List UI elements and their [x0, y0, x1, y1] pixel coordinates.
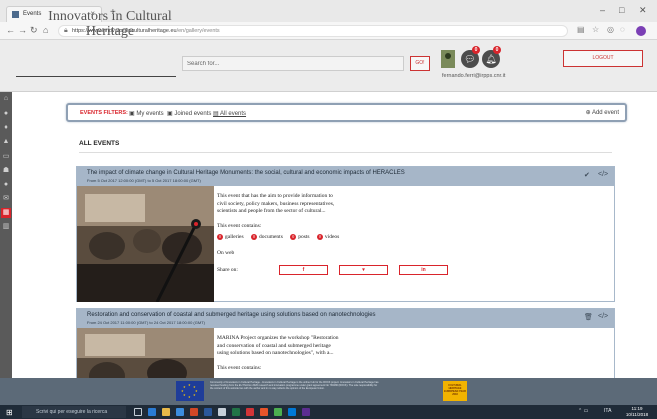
- posts-link[interactable]: posts: [298, 234, 309, 240]
- event-description: MARINA Project organizes the workshop "R…: [217, 335, 339, 356]
- event-dates: From 5 Oct 2017 12:00:00 (GMT) to 5 Oct …: [87, 178, 201, 183]
- powerpoint-icon[interactable]: [190, 408, 198, 416]
- extension-icon[interactable]: ◎: [607, 25, 614, 34]
- add-event-button[interactable]: ⊕ Add event: [586, 109, 619, 116]
- sidebar-documents-icon[interactable]: ▥: [1, 222, 11, 232]
- event-title[interactable]: Restoration and conservation of coastal …: [87, 312, 376, 318]
- share-facebook-button[interactable]: f: [279, 265, 328, 275]
- sidebar-calendar-icon[interactable]: ▦: [1, 208, 11, 218]
- eu-flag-logo: ★ ★ ★ ★ ★ ★ ★ ★: [176, 381, 204, 401]
- event-card: Restoration and conservation of coastal …: [76, 308, 615, 378]
- maximize-icon[interactable]: □: [619, 5, 624, 15]
- word-icon[interactable]: [204, 408, 212, 416]
- events-filters-bar: EVENTS FILTERS: ▣ My events ▣ Joined eve…: [66, 103, 627, 122]
- profile-avatar-icon[interactable]: [636, 26, 646, 36]
- language-indicator[interactable]: ITA: [604, 408, 611, 414]
- joined-check-icon[interactable]: ✔: [584, 171, 590, 179]
- event-content-counts: 0 galleries 0 documents 0 posts 0 videos: [217, 234, 345, 240]
- calendar-list-icon: ▤: [213, 111, 221, 117]
- messages-badge: 0: [472, 46, 480, 54]
- outlook-icon[interactable]: [288, 408, 296, 416]
- chrome-icon[interactable]: [274, 408, 282, 416]
- sidebar-institution-icon[interactable]: ▲: [1, 137, 11, 147]
- event-contains-label: This event contains:: [217, 365, 262, 371]
- event-image[interactable]: [77, 328, 214, 378]
- section-title: ALL EVENTS: [79, 140, 120, 147]
- site-favicon-icon: [12, 11, 19, 18]
- videos-link[interactable]: videos: [325, 234, 339, 240]
- user-avatar[interactable]: [441, 50, 455, 68]
- filter-joined-events[interactable]: ▣ Joined events: [167, 110, 211, 117]
- taskbar-search-input[interactable]: Scrivi qui per eseguire la ricerca: [22, 406, 126, 418]
- site-footer: ★ ★ ★ ★ ★ ★ ★ ★ Community of Innovators in Cu…: [0, 378, 657, 405]
- event-dates: From 24 Oct 2017 11:00:00 (GMT) to 24 Oc…: [87, 320, 205, 325]
- network-icon[interactable]: ⌃ ▭: [578, 408, 588, 414]
- documents-link[interactable]: documents: [259, 234, 283, 240]
- event-image[interactable]: [77, 186, 214, 302]
- sidebar: ⌂ ● ♦ ▲ ▭ ☗ ● ✉ ▦ ▥: [0, 92, 12, 378]
- reading-mode-icon[interactable]: ▤: [577, 25, 585, 34]
- event-on-web-label: On web: [217, 250, 235, 256]
- site-logo-title[interactable]: Innovators in Cultural Heritage: [30, 9, 190, 39]
- share-embed-icon[interactable]: </>: [598, 313, 608, 320]
- footer-disclaimer: Community of Innovators in Cultural Heri…: [210, 381, 379, 391]
- filter-all-events[interactable]: ▤ All events: [213, 110, 246, 117]
- acrobat-icon[interactable]: [246, 408, 254, 416]
- search-go-button[interactable]: GO!: [410, 56, 430, 71]
- sidebar-card-icon[interactable]: ▭: [1, 152, 11, 162]
- firefox-icon[interactable]: [260, 408, 268, 416]
- logo-line-2: Heritage: [85, 24, 135, 39]
- excel-icon[interactable]: [232, 408, 240, 416]
- user-email[interactable]: fernando.ferri@irpps.cnr.it: [442, 73, 505, 79]
- file-explorer-icon[interactable]: [162, 408, 170, 416]
- sidebar-group-icon[interactable]: ☗: [1, 166, 11, 176]
- extension-icon-2[interactable]: ◌: [620, 25, 625, 34]
- filter-my-events[interactable]: ▣ My events: [129, 110, 164, 117]
- sidebar-location-icon[interactable]: ♦: [1, 123, 11, 133]
- filters-label: EVENTS FILTERS:: [80, 110, 128, 116]
- european-year-cultural-heritage-logo: CULTURAL HERITAGE EUROPEAN YEAR 2018: [443, 381, 467, 401]
- sidebar-mail-icon[interactable]: ✉: [1, 194, 11, 204]
- event-title[interactable]: The impact of climate change in Cultural…: [87, 170, 405, 176]
- search-input[interactable]: [182, 56, 404, 71]
- share-twitter-button[interactable]: ▾: [339, 265, 388, 275]
- event-contains-label: This event contains:: [217, 223, 262, 229]
- logo-underline: [16, 76, 176, 77]
- task-view-icon[interactable]: [134, 408, 142, 416]
- share-on-label: Share on:: [217, 267, 238, 273]
- close-window-icon[interactable]: ✕: [639, 5, 647, 16]
- event-card-header[interactable]: Restoration and conservation of coastal …: [77, 309, 614, 328]
- documents-count: 0: [251, 234, 258, 240]
- event-card-header[interactable]: The impact of climate change in Cultural…: [77, 167, 614, 186]
- minimize-icon[interactable]: –: [600, 5, 605, 15]
- event-description: This event that has the aim to provide i…: [217, 193, 335, 214]
- galleries-link[interactable]: galleries: [225, 234, 244, 240]
- bookmark-star-icon[interactable]: ☆: [592, 25, 599, 34]
- share-embed-icon[interactable]: </>: [598, 171, 608, 178]
- sidebar-home-icon[interactable]: ⌂: [1, 94, 11, 104]
- sidebar-chat-icon[interactable]: ●: [1, 180, 11, 190]
- logo-line-1: Innovators in Cultural: [48, 9, 172, 24]
- event-card: The impact of climate change in Cultural…: [76, 166, 615, 302]
- sidebar-user-icon[interactable]: ●: [1, 109, 11, 119]
- windows-start-icon[interactable]: ⊞: [6, 408, 13, 417]
- app-icon[interactable]: [218, 408, 226, 416]
- share-linkedin-button[interactable]: in: [399, 265, 448, 275]
- videos-count: 0: [316, 234, 323, 240]
- system-clock[interactable]: 11:19 10/11/2018: [624, 406, 650, 417]
- section-divider: [79, 152, 612, 153]
- os-taskbar: ⊞ ○ Scrivi qui per eseguire la ricerca ⌃…: [0, 405, 657, 419]
- store-icon[interactable]: [176, 408, 184, 416]
- edge-browser-icon[interactable]: [148, 408, 156, 416]
- galleries-count: 0: [217, 234, 223, 240]
- forward-icon[interactable]: →: [18, 25, 27, 35]
- teams-icon[interactable]: [302, 408, 310, 416]
- logout-button[interactable]: LOGOUT: [563, 50, 643, 67]
- posts-count: 0: [290, 234, 297, 240]
- delete-trash-icon[interactable]: 🗑︎: [584, 313, 593, 321]
- notifications-badge: 0: [493, 46, 501, 54]
- back-icon[interactable]: ←: [6, 25, 15, 35]
